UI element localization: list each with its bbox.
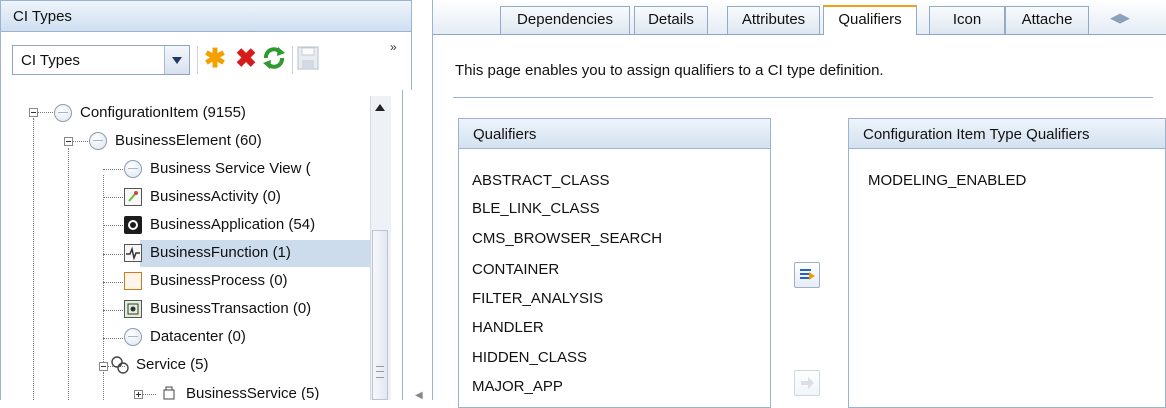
- globe-icon: [124, 328, 142, 346]
- tree-item[interactable]: BusinessActivity (0): [124, 187, 370, 209]
- chevron-down-icon[interactable]: [164, 46, 189, 74]
- transaction-icon: [124, 300, 142, 318]
- tab-qualifiers[interactable]: Qualifiers: [823, 5, 917, 35]
- function-icon: [124, 244, 142, 262]
- refresh-icon[interactable]: [260, 44, 288, 72]
- tab-details[interactable]: Details: [634, 6, 708, 34]
- grip-icon: [376, 366, 384, 378]
- tree-item[interactable]: BusinessElement (60): [89, 131, 374, 153]
- tree-item[interactable]: Business Service View (: [124, 159, 370, 181]
- tree-item[interactable]: ConfigurationItem (9155): [54, 103, 374, 125]
- tab-dependencies[interactable]: Dependencies: [500, 6, 630, 34]
- assigned-qualifiers-list[interactable]: Configuration Item Type Qualifiers: [848, 118, 1166, 408]
- qualifier-item[interactable]: MAJOR_APP: [472, 378, 563, 395]
- delete-icon[interactable]: ✖: [235, 44, 257, 72]
- qualifier-item[interactable]: HIDDEN_CLASS: [472, 349, 587, 366]
- scroll-up-icon[interactable]: [372, 100, 388, 116]
- tree-item[interactable]: BusinessTransaction (0): [124, 299, 370, 321]
- tab-attributes[interactable]: Attributes: [727, 6, 820, 34]
- tree-item-label: BusinessProcess (0): [150, 272, 288, 289]
- qualifiers-list-header: Qualifiers: [459, 119, 770, 149]
- activity-icon: [124, 188, 142, 206]
- tab-scroll-icon[interactable]: ◀▶: [1110, 10, 1130, 26]
- globe-icon: [124, 160, 142, 178]
- tree-connector: [103, 338, 125, 339]
- add-qualifier-button[interactable]: [794, 262, 820, 288]
- process-icon: [124, 272, 142, 290]
- tree-item-label: BusinessApplication (54): [150, 216, 316, 233]
- tree-item-label: Service (5): [136, 356, 209, 373]
- tree-connector: [103, 310, 125, 311]
- qualifier-item[interactable]: BLE_LINK_CLASS: [472, 200, 600, 217]
- expand-icon[interactable]: [134, 390, 143, 399]
- service-icon: [110, 355, 130, 377]
- globe-icon: [89, 132, 107, 150]
- tree-item-label: BusinessActivity (0): [150, 188, 281, 205]
- tree-item-label: Datacenter (0): [150, 328, 246, 345]
- collapse-icon[interactable]: [99, 362, 108, 371]
- panel-splitter[interactable]: [412, 0, 432, 400]
- collapse-left-icon[interactable]: ◀: [415, 390, 423, 401]
- save-icon[interactable]: [296, 45, 320, 71]
- divider: [453, 97, 1153, 98]
- tree-item-label: ConfigurationItem (9155): [80, 104, 246, 121]
- tree-connector: [68, 148, 69, 400]
- qualifier-item[interactable]: ABSTRACT_CLASS: [472, 172, 610, 189]
- tree-connector: [103, 197, 125, 198]
- tree-item-label: Business Service View (: [150, 160, 311, 177]
- tree-connector: [103, 225, 125, 226]
- tree-item[interactable]: BusinessApplication (54): [124, 215, 370, 237]
- tree-connector: [103, 372, 104, 400]
- tab-attachments[interactable]: Attache: [1005, 6, 1089, 34]
- move-right-button[interactable]: [794, 370, 820, 396]
- globe-icon: [54, 104, 72, 122]
- ci-types-selector[interactable]: CI Types: [12, 45, 190, 75]
- tree-item-label: BusinessTransaction (0): [150, 300, 312, 317]
- assigned-qualifiers-list-header: Configuration Item Type Qualifiers: [849, 119, 1165, 149]
- qualifier-item[interactable]: HANDLER: [472, 319, 544, 336]
- collapse-icon[interactable]: [29, 108, 38, 117]
- tab-icon[interactable]: Icon: [929, 6, 1005, 34]
- tree-item-label: BusinessService (5): [186, 385, 320, 400]
- toolbar-overflow-icon[interactable]: »: [390, 40, 397, 54]
- qualifier-item[interactable]: CONTAINER: [472, 261, 559, 278]
- qualifiers-description: This page enables you to assign qualifie…: [455, 62, 884, 79]
- tree-item[interactable]: BusinessProcess (0): [124, 271, 370, 293]
- toolbar-divider: [197, 46, 198, 74]
- qualifier-item[interactable]: CMS_BROWSER_SEARCH: [472, 230, 662, 247]
- panel-divider: [402, 90, 403, 400]
- tree-item[interactable]: Datacenter (0): [124, 327, 370, 349]
- qualifier-item[interactable]: FILTER_ANALYSIS: [472, 290, 603, 307]
- tree-connector: [103, 282, 125, 283]
- application-icon: [124, 216, 142, 234]
- tree-item-label: BusinessElement (60): [115, 132, 262, 149]
- business-service-icon: [160, 384, 178, 400]
- tree-item-label: BusinessFunction (1): [150, 244, 291, 261]
- tree-connector: [103, 175, 104, 370]
- tree-connector: [33, 118, 34, 400]
- collapse-icon[interactable]: [64, 137, 73, 146]
- assigned-qualifier-item[interactable]: MODELING_ENABLED: [868, 172, 1026, 189]
- toolbar-divider: [292, 46, 293, 74]
- tree-item[interactable]: Service (5): [110, 355, 370, 377]
- tree-connector: [103, 254, 125, 255]
- tree-item[interactable]: BusinessService (5): [160, 384, 370, 400]
- ci-types-panel-title: CI Types: [0, 0, 412, 32]
- tree-connector: [103, 169, 125, 170]
- ci-types-selector-value: CI Types: [21, 52, 80, 69]
- new-ci-type-icon[interactable]: ✱: [204, 44, 226, 72]
- tree-item-selected[interactable]: BusinessFunction (1): [124, 243, 370, 265]
